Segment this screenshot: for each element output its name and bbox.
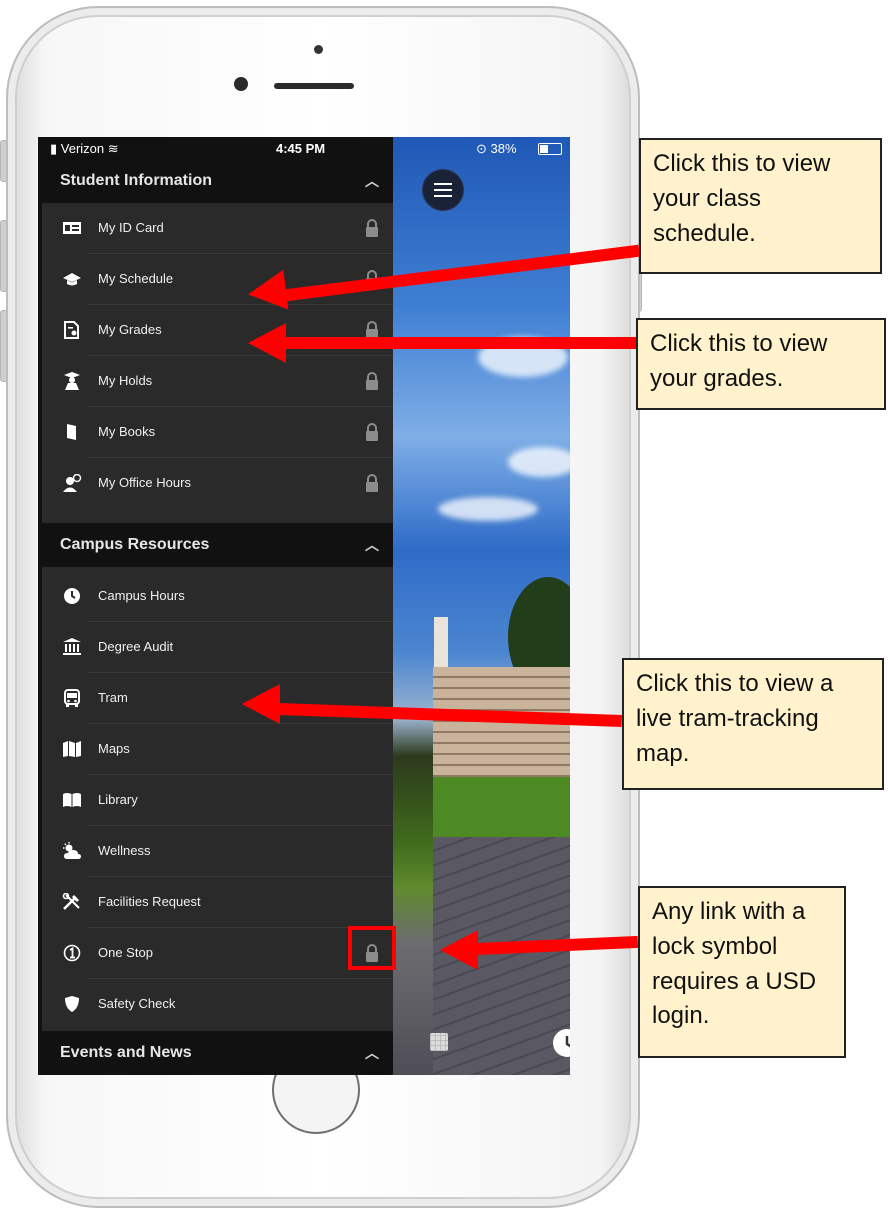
open-book-icon bbox=[62, 791, 82, 809]
clock-icon[interactable] bbox=[553, 1029, 570, 1057]
menu-item-wellness[interactable]: Wellness bbox=[42, 826, 393, 877]
circled-one-icon bbox=[62, 944, 82, 962]
section-header-campus-resources[interactable]: Campus Resources ︿ bbox=[42, 523, 393, 567]
callout-tram: Click this to view a live tram-tracking … bbox=[622, 658, 884, 790]
id-card-icon bbox=[62, 219, 82, 237]
menu-item-label: My Holds bbox=[98, 373, 153, 388]
menu-item-label: My Schedule bbox=[98, 271, 174, 286]
weather-sun-cloud-icon bbox=[62, 842, 82, 860]
proximity-sensor bbox=[314, 45, 323, 54]
lock-icon bbox=[364, 218, 380, 238]
menu-item-my-schedule[interactable]: My Schedule bbox=[42, 254, 393, 305]
arrow-head bbox=[242, 684, 280, 724]
menu-item-my-id-card[interactable]: My ID Card bbox=[42, 203, 393, 254]
map-icon bbox=[62, 740, 82, 758]
menu-item-label: Maps bbox=[98, 741, 130, 756]
campus-lawn bbox=[433, 777, 570, 837]
menu-item-safety-check[interactable]: Safety Check bbox=[42, 979, 393, 1030]
arrow-head bbox=[248, 323, 286, 363]
menu-item-label: Campus Hours bbox=[98, 588, 185, 603]
cloud bbox=[438, 497, 538, 521]
status-bar: ▮ Verizon ≋ 4:45 PM ⊙ 38% bbox=[38, 137, 570, 159]
menu-item-degree-audit[interactable]: Degree Audit bbox=[42, 622, 393, 673]
navigation-drawer: Student Information ︿ My ID Card My Sche… bbox=[42, 159, 393, 1075]
menu-item-label: My Books bbox=[98, 424, 156, 439]
callout-lock: Any link with a lock symbol requires a U… bbox=[638, 886, 846, 1058]
carrier-name: Verizon bbox=[60, 141, 105, 156]
menu-item-maps[interactable]: Maps bbox=[42, 724, 393, 775]
callout-grades: Click this to view your grades. bbox=[636, 318, 886, 410]
grades-document-icon bbox=[62, 321, 82, 339]
menu-item-label: My Office Hours bbox=[98, 475, 191, 490]
menu-item-label: Degree Audit bbox=[98, 639, 174, 654]
menu-item-my-books[interactable]: My Books bbox=[42, 407, 393, 458]
office-hours-icon bbox=[62, 473, 82, 492]
menu-item-one-stop[interactable]: One Stop bbox=[42, 928, 393, 979]
menu-item-my-office-hours[interactable]: My Office Hours bbox=[42, 458, 393, 509]
front-camera bbox=[234, 77, 248, 91]
bank-building-icon bbox=[62, 638, 82, 656]
book-icon bbox=[62, 423, 82, 441]
hamburger-menu-button[interactable] bbox=[422, 169, 464, 211]
menu-item-label: Safety Check bbox=[98, 996, 176, 1011]
menu-item-label: Facilities Request bbox=[98, 894, 201, 909]
battery-icon bbox=[538, 143, 562, 155]
section-title: Events and News bbox=[60, 1044, 192, 1061]
orientation-lock-icon: ⊙ bbox=[476, 141, 487, 156]
carrier-label: ▮ Verizon ≋ bbox=[50, 141, 119, 157]
menu-item-facilities-request[interactable]: Facilities Request bbox=[42, 877, 393, 928]
lock-icon bbox=[364, 422, 380, 442]
lock-icon bbox=[364, 371, 380, 391]
bus-icon bbox=[62, 689, 82, 707]
menu-item-label: Tram bbox=[98, 690, 128, 705]
calendar-icon[interactable] bbox=[430, 1033, 448, 1051]
menu-item-my-holds[interactable]: My Holds bbox=[42, 356, 393, 407]
menu-item-label: My Grades bbox=[98, 322, 162, 337]
wifi-icon: ≋ bbox=[107, 141, 119, 156]
menu-item-label: Wellness bbox=[98, 843, 151, 858]
arrow-head bbox=[245, 269, 289, 315]
chevron-up-icon: ︿ bbox=[365, 173, 379, 189]
battery-label: ⊙ 38% bbox=[476, 141, 517, 157]
section-title: Campus Resources bbox=[60, 536, 210, 553]
cloud bbox=[508, 447, 570, 477]
holds-person-icon bbox=[62, 372, 82, 390]
menu-item-campus-hours[interactable]: Campus Hours bbox=[42, 571, 393, 622]
earpiece-speaker bbox=[274, 83, 354, 89]
section-header-student-information[interactable]: Student Information ︿ bbox=[42, 159, 393, 203]
chevron-up-icon: ︿ bbox=[365, 1045, 379, 1061]
graduation-cap-icon bbox=[62, 270, 82, 288]
menu-item-library[interactable]: Library bbox=[42, 775, 393, 826]
menu-item-label: Library bbox=[98, 792, 138, 807]
callout-schedule: Click this to view your class schedule. bbox=[639, 138, 882, 274]
lock-highlight-box bbox=[348, 926, 396, 970]
chevron-up-icon: ︿ bbox=[365, 537, 379, 553]
phone-screen: ▮ Verizon ≋ 4:45 PM ⊙ 38% Student Inform… bbox=[38, 137, 570, 1075]
signal-icon: ▮ bbox=[50, 141, 58, 156]
arrow-grades bbox=[284, 337, 638, 349]
clock-time: 4:45 PM bbox=[276, 141, 326, 156]
battery-percent: 38% bbox=[490, 141, 517, 156]
shield-icon bbox=[62, 995, 82, 1013]
clock-icon bbox=[62, 587, 82, 605]
section-title: Student Information bbox=[60, 172, 212, 189]
menu-item-label: My ID Card bbox=[98, 220, 164, 235]
menu-item-label: One Stop bbox=[98, 945, 153, 960]
arrow-head bbox=[440, 930, 478, 970]
tools-icon bbox=[62, 892, 82, 911]
section-header-events-and-news[interactable]: Events and News ︿ bbox=[42, 1031, 393, 1075]
lock-icon bbox=[364, 473, 380, 493]
